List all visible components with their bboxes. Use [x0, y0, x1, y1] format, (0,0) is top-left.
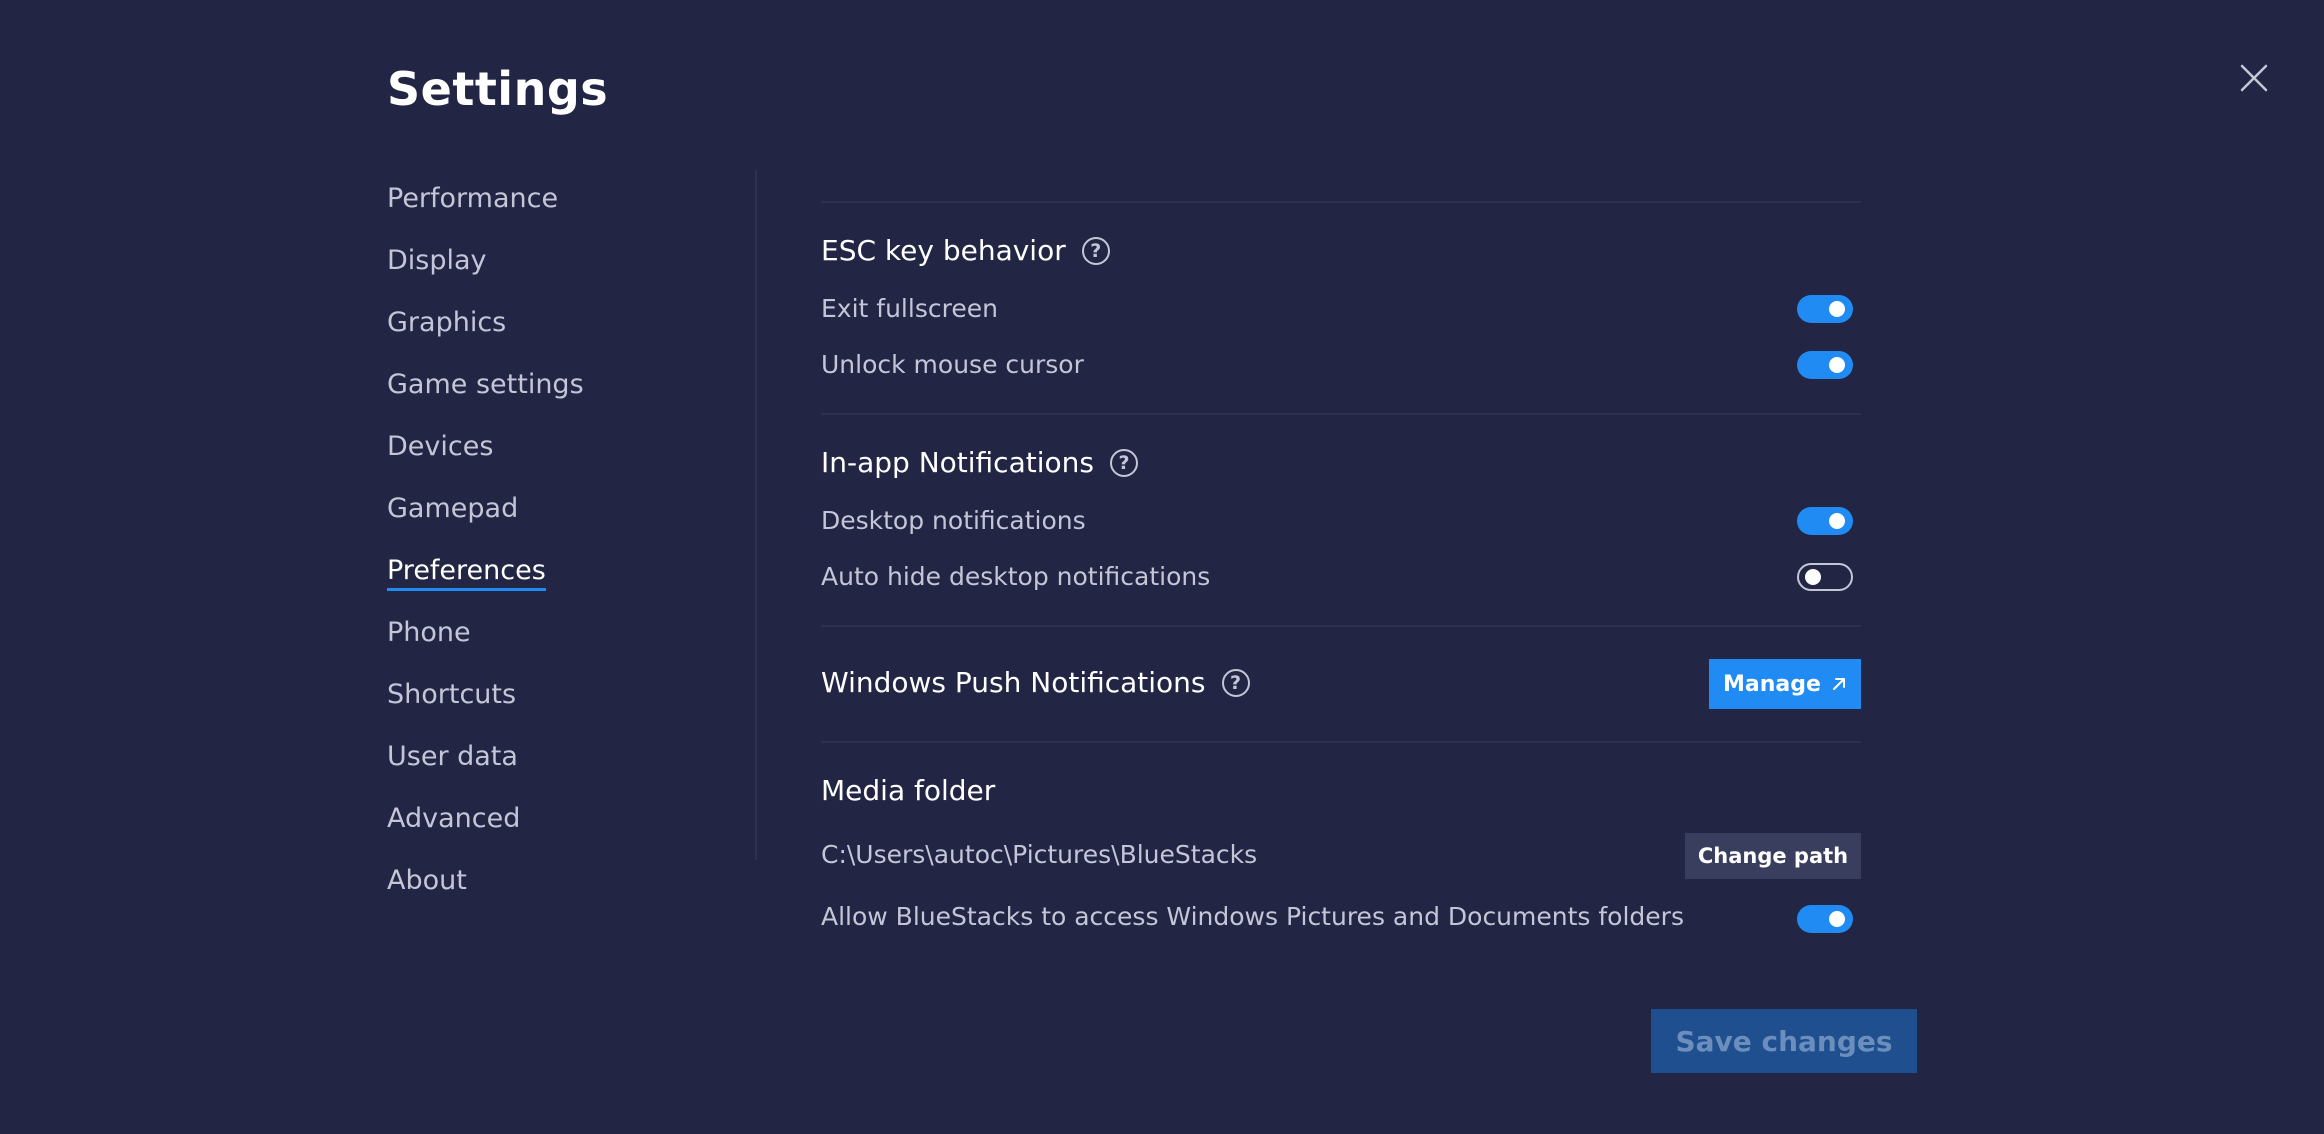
media-section-label: Media folder [821, 774, 996, 807]
esc-section-label: ESC key behavior [821, 234, 1066, 267]
notifications-section-label: In-app Notifications [821, 446, 1094, 479]
auto-hide-notifications-label: Auto hide desktop notifications [821, 562, 1211, 591]
section-divider [821, 413, 1861, 415]
sidebar-item-label: Graphics [387, 307, 507, 338]
sidebar-item-phone[interactable]: Phone [387, 612, 717, 674]
manage-button-label: Manage [1723, 671, 1821, 697]
media-path: C:\Users\autoc\Pictures\BlueStacks [821, 840, 1258, 869]
sidebar-item-performance[interactable]: Performance [387, 178, 717, 240]
sidebar-divider [755, 170, 757, 860]
push-section-title: Windows Push Notifications ? [821, 666, 1250, 699]
media-section-title: Media folder [821, 774, 995, 807]
settings-page: Settings Performance Display Graphics Ga… [0, 0, 2324, 1134]
change-path-button[interactable]: Change path [1685, 833, 1861, 879]
sidebar-item-user-data[interactable]: User data [387, 736, 717, 798]
push-section-label: Windows Push Notifications [821, 666, 1206, 699]
esc-section-title: ESC key behavior ? [821, 234, 1110, 267]
sidebar-item-label: Phone [387, 617, 471, 648]
toggle-knob [1805, 569, 1821, 585]
sidebar-item-label: User data [387, 741, 518, 772]
save-changes-button[interactable]: Save changes [1651, 1009, 1917, 1073]
desktop-notifications-toggle[interactable] [1797, 507, 1853, 535]
section-divider [821, 201, 1861, 203]
sidebar-item-label: Game settings [387, 369, 584, 400]
sidebar-item-shortcuts[interactable]: Shortcuts [387, 674, 717, 736]
section-divider [821, 741, 1861, 743]
sidebar-item-advanced[interactable]: Advanced [387, 798, 717, 860]
unlock-cursor-label: Unlock mouse cursor [821, 350, 1084, 379]
sidebar-item-preferences[interactable]: Preferences [387, 550, 717, 612]
sidebar-item-gamepad[interactable]: Gamepad [387, 488, 717, 550]
question-circle-icon[interactable]: ? [1081, 236, 1110, 265]
sidebar-item-game-settings[interactable]: Game settings [387, 364, 717, 426]
section-divider [821, 625, 1861, 627]
toggle-knob [1829, 513, 1845, 529]
sidebar-item-label: Performance [387, 183, 559, 214]
sidebar-item-graphics[interactable]: Graphics [387, 302, 717, 364]
notifications-section-title: In-app Notifications ? [821, 446, 1138, 479]
toggle-knob [1829, 301, 1845, 317]
sidebar-item-label: Advanced [387, 803, 521, 834]
unlock-cursor-toggle[interactable] [1797, 351, 1853, 379]
close-button[interactable] [2236, 60, 2272, 96]
allow-access-label: Allow BlueStacks to access Windows Pictu… [821, 902, 1684, 931]
sidebar-item-label: Display [387, 245, 487, 276]
sidebar-item-label: Shortcuts [387, 679, 517, 710]
question-circle-icon[interactable]: ? [1221, 668, 1250, 697]
manage-button[interactable]: Manage [1709, 659, 1861, 709]
page-title: Settings [387, 62, 609, 116]
sidebar-item-label: Gamepad [387, 493, 519, 524]
sidebar-item-label: Devices [387, 431, 494, 462]
exit-fullscreen-toggle[interactable] [1797, 295, 1853, 323]
arrow-up-right-icon [1832, 678, 1845, 690]
close-icon [2240, 64, 2268, 92]
desktop-notifications-label: Desktop notifications [821, 506, 1086, 535]
sidebar-item-label: Preferences [387, 554, 546, 591]
toggle-knob [1829, 911, 1845, 927]
sidebar-item-display[interactable]: Display [387, 240, 717, 302]
allow-access-toggle[interactable] [1797, 905, 1853, 933]
auto-hide-notifications-toggle[interactable] [1797, 563, 1853, 591]
sidebar-item-about[interactable]: About [387, 860, 717, 922]
sidebar-item-devices[interactable]: Devices [387, 426, 717, 488]
toggle-knob [1829, 357, 1845, 373]
exit-fullscreen-label: Exit fullscreen [821, 294, 998, 323]
sidebar-nav: Performance Display Graphics Game settin… [387, 178, 717, 922]
question-circle-icon[interactable]: ? [1109, 448, 1138, 477]
sidebar-item-label: About [387, 865, 467, 896]
